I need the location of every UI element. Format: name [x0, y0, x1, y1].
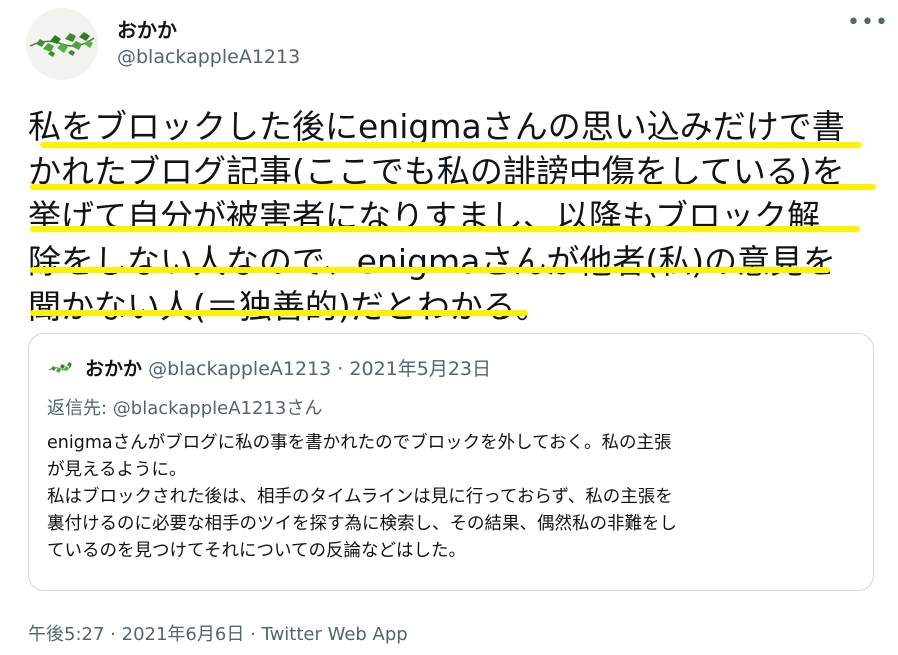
separator: ·: [337, 358, 344, 380]
tweet-line: 挙げて自分が被害者になりすまし、以降もブロック解: [28, 197, 820, 236]
reply-to: 返信先: @blackappleA1213さん: [47, 394, 322, 420]
reply-to-label: 返信先:: [47, 398, 113, 419]
ivy-leaves-icon: [26, 8, 98, 80]
highlight-underline: [30, 267, 830, 273]
quoted-line: が見えるように。: [47, 460, 187, 480]
quoted-line: 裏付けるのに必要な相手のツイを探す為に検索し、その結果、偶然私の非難をし: [47, 514, 677, 534]
separator: ·: [250, 624, 256, 645]
highlight-underline: [30, 184, 876, 190]
quoted-line: 私はブロックされた後は、相手のタイムラインは見に行っておらず、私の主張を: [47, 487, 673, 507]
avatar[interactable]: [26, 8, 98, 80]
quoted-avatar[interactable]: [47, 356, 73, 382]
quoted-text: enigmaさんがブログに私の事を書かれたのでブロックを外しておく。私の主張 が…: [47, 430, 867, 565]
quoted-date[interactable]: 2021年5月23日: [349, 358, 491, 380]
ivy-leaves-icon: [47, 356, 73, 382]
highlight-underline: [30, 310, 528, 316]
quoted-line: enigmaさんがブログに私の事を書かれたのでブロックを外しておく。私の主張: [47, 433, 672, 453]
quoted-header: おかか @blackappleA1213 · 2021年5月23日: [85, 354, 491, 381]
quoted-line: ているのを見つけてそれについての反論などはした。: [47, 541, 466, 561]
quoted-tweet[interactable]: おかか @blackappleA1213 · 2021年5月23日 返信先: @…: [28, 333, 874, 591]
tweet-source[interactable]: Twitter Web App: [262, 624, 408, 645]
tweet-time[interactable]: 午後5:27: [28, 624, 104, 645]
reply-to-handle[interactable]: @blackappleA1213さん: [113, 398, 323, 419]
separator: ·: [110, 624, 116, 645]
tweet-footer: 午後5:27 · 2021年6月6日 · Twitter Web App: [28, 620, 408, 646]
author-name[interactable]: おかか: [117, 14, 177, 43]
author-handle[interactable]: @blackappleA1213: [117, 46, 300, 68]
tweet-line: 除をしない人なので、enigmaさんが他者(私)の意見を: [28, 242, 837, 281]
quoted-author-name[interactable]: おかか: [85, 358, 142, 380]
quoted-author-handle[interactable]: @blackappleA1213: [148, 358, 331, 380]
tweet-date[interactable]: 2021年6月6日: [122, 624, 245, 645]
highlight-underline: [30, 226, 860, 232]
tweet-text: 私をブロックした後にenigmaさんの思い込みだけで書 かれたブログ記事(ここで…: [28, 104, 878, 329]
tweet-line: 聞かない人(＝独善的)だとわかる。: [28, 287, 549, 326]
highlight-underline: [40, 142, 862, 148]
more-horizontal-icon[interactable]: •••: [847, 10, 889, 35]
